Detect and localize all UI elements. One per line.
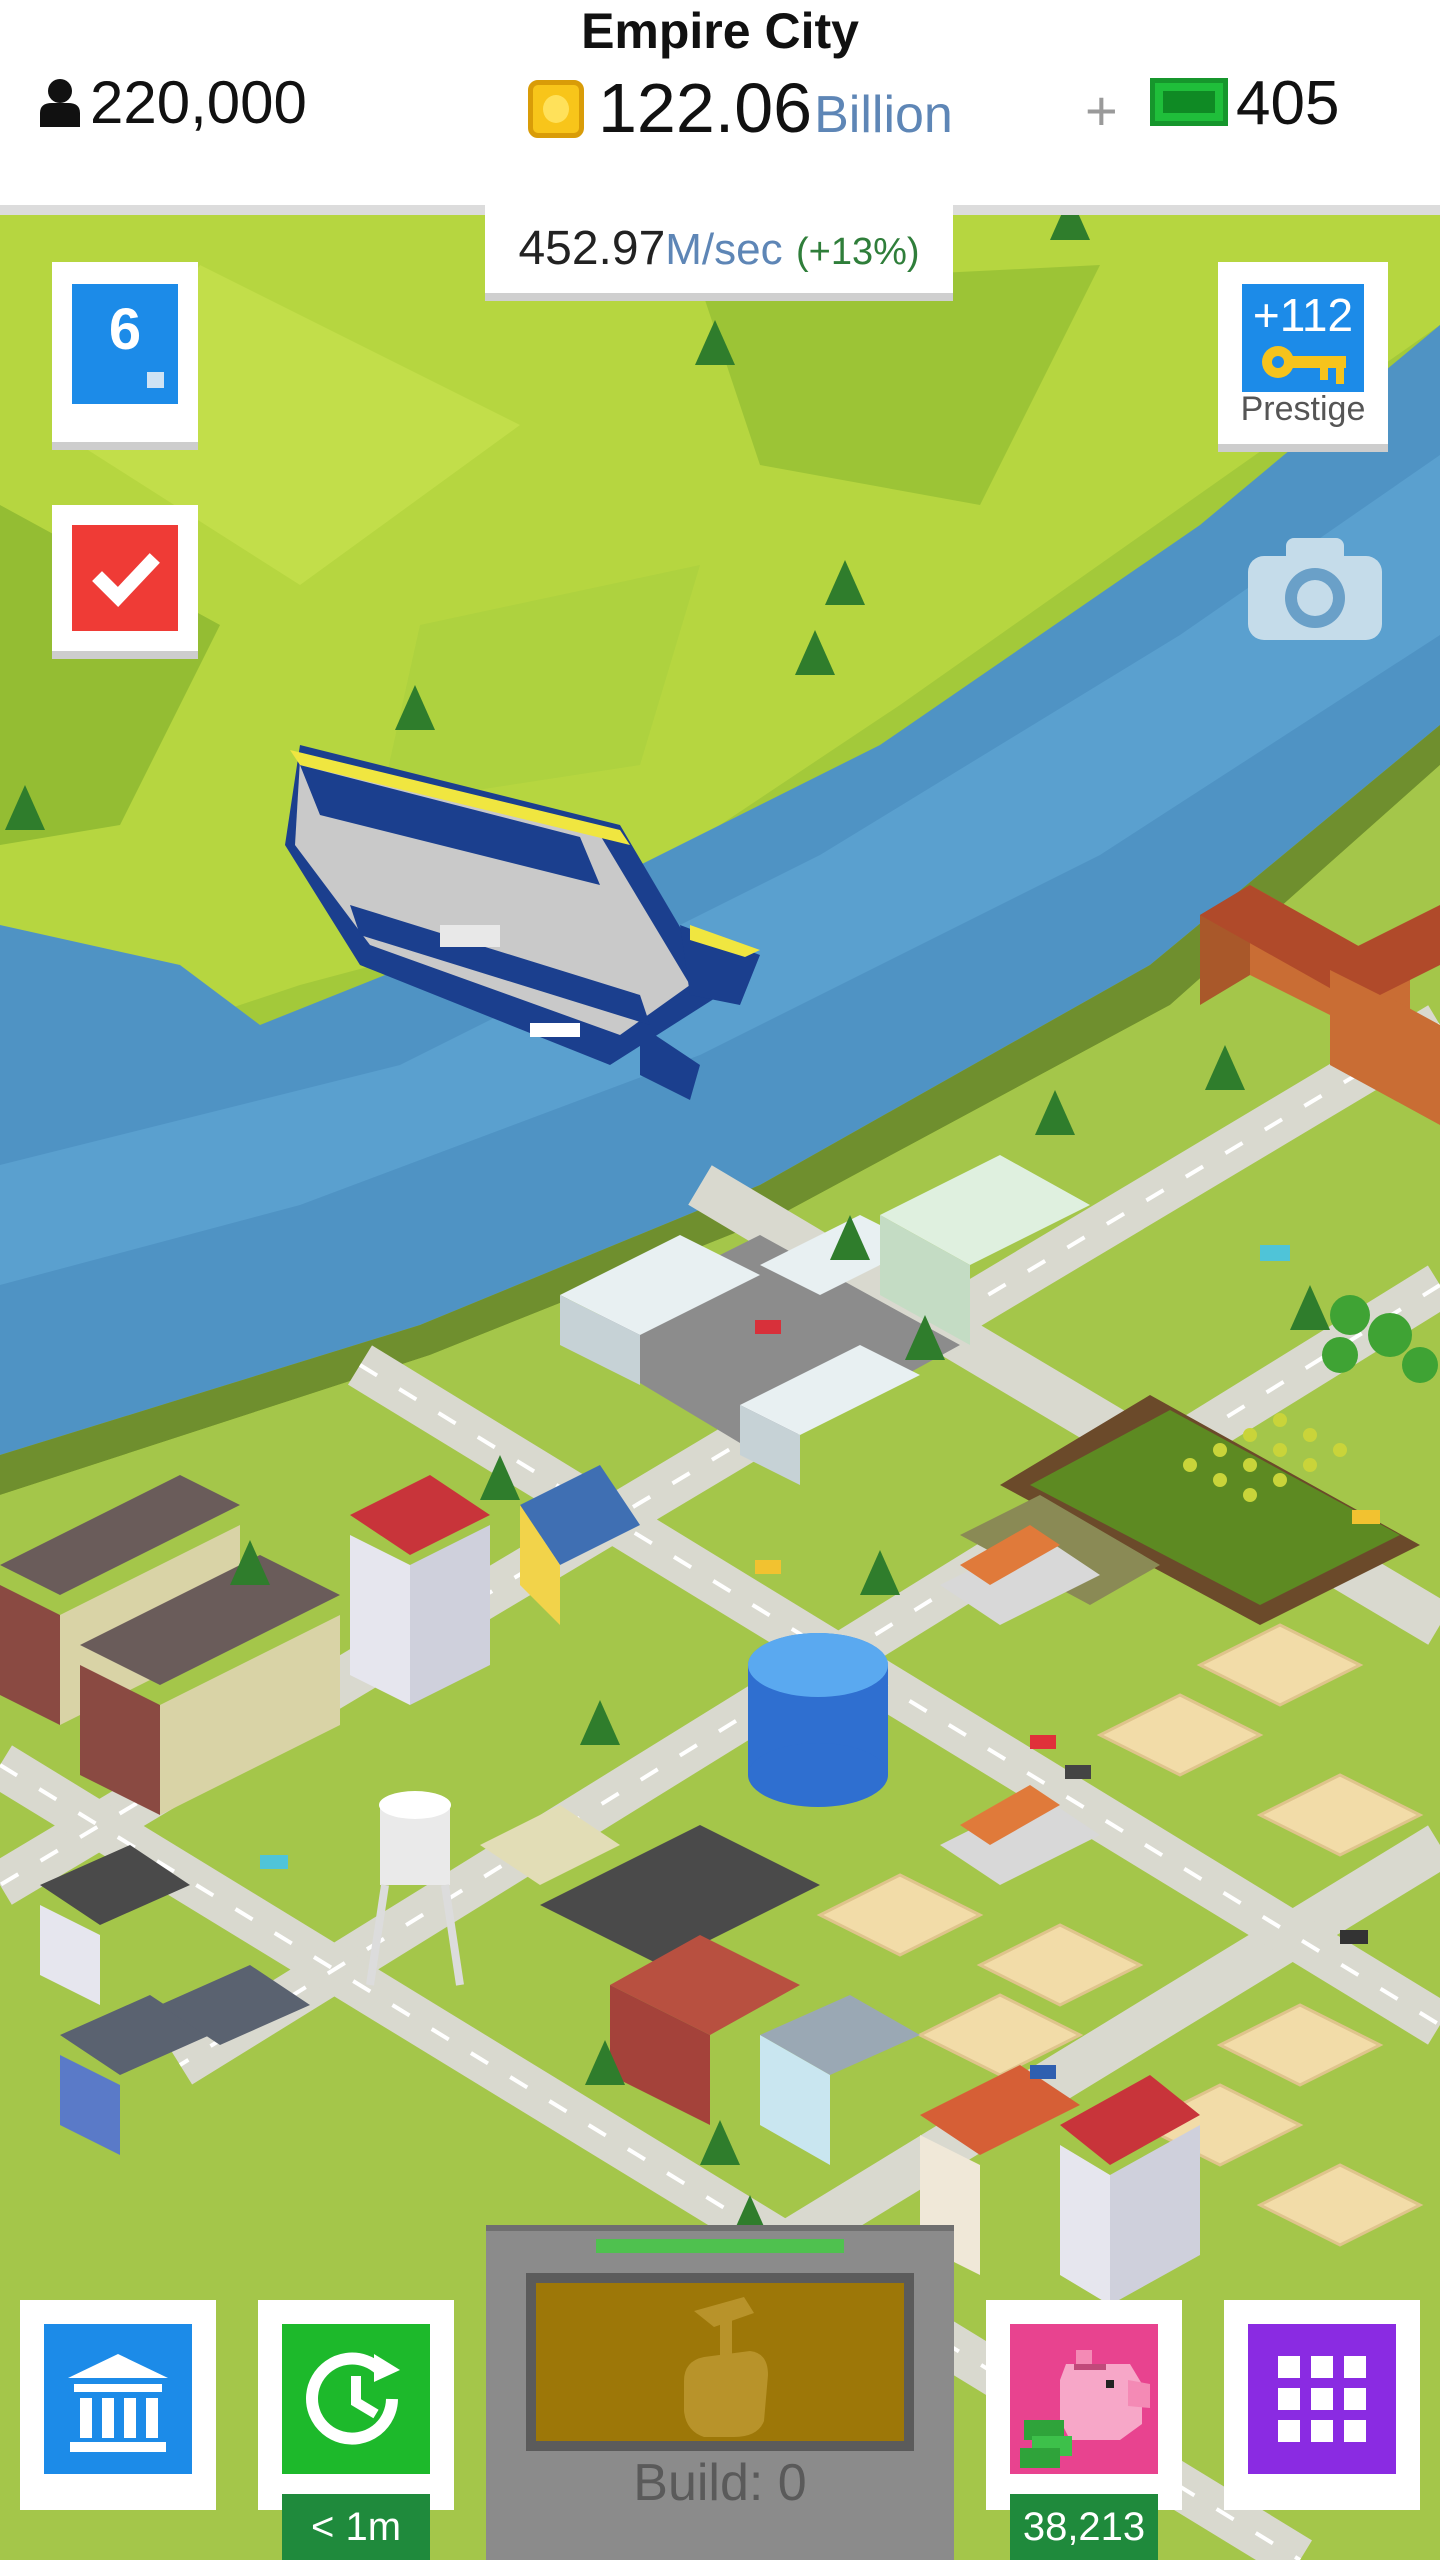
top-bar: Empire City 220,000 122.06 Billion + 405 xyxy=(0,0,1440,215)
buy-cash-button[interactable]: + xyxy=(1085,78,1118,143)
population-value: 220,000 xyxy=(90,69,307,136)
bank-button[interactable] xyxy=(20,2300,216,2510)
coin-unit: Billion xyxy=(814,86,953,144)
prestige-label: Prestige xyxy=(1240,390,1366,428)
person-icon xyxy=(38,72,82,127)
tasks-button[interactable] xyxy=(52,505,198,659)
coin-counter: 122.06 Billion xyxy=(528,68,953,148)
income-value: 452.97 xyxy=(518,222,666,275)
cash-icon xyxy=(1150,78,1228,126)
prestige-button[interactable]: +112 Prestige xyxy=(1218,262,1388,452)
time-boost-button[interactable] xyxy=(258,2300,454,2510)
boost-timer: < 1m xyxy=(282,2494,430,2560)
build-progress-bar xyxy=(596,2239,844,2253)
level-badge: 6 xyxy=(72,284,178,404)
level-number: 6 xyxy=(108,297,142,362)
level-button[interactable]: 6 xyxy=(52,262,198,450)
income-rate-tab: 452.97M/sec (+13%) xyxy=(485,205,953,301)
cash-counter[interactable]: 405 xyxy=(1150,68,1339,139)
coin-icon xyxy=(528,80,584,138)
level-progress-fill xyxy=(86,372,147,388)
city-map[interactable] xyxy=(0,205,1440,2560)
menu-button[interactable] xyxy=(1224,2300,1420,2510)
level-progress-bar xyxy=(86,372,164,388)
population-counter: 220,000 xyxy=(38,68,307,137)
build-hand-icon xyxy=(684,2297,768,2437)
cash-value: 405 xyxy=(1236,69,1340,138)
build-panel[interactable]: Build: 0 xyxy=(486,2225,954,2560)
key-icon xyxy=(1262,346,1346,384)
piggy-bank-amount: 38,213 xyxy=(1010,2494,1158,2560)
piggy-bank-button[interactable] xyxy=(986,2300,1182,2510)
prestige-keys: +112 xyxy=(1252,289,1354,341)
build-button[interactable] xyxy=(526,2273,914,2451)
grid-menu-icon xyxy=(1248,2324,1396,2474)
city-name: Empire City xyxy=(581,3,859,59)
income-unit: M/sec xyxy=(665,225,783,274)
bank-icon xyxy=(44,2324,192,2474)
income-bonus: (+13%) xyxy=(795,231,920,273)
camera-button[interactable] xyxy=(1248,538,1382,640)
prestige-badge: +112 xyxy=(1242,284,1364,392)
coin-value: 122.06 xyxy=(598,69,813,147)
build-label: Build: 0 xyxy=(633,2454,807,2512)
check-icon xyxy=(72,525,178,631)
camera-icon xyxy=(1248,538,1382,640)
timer-icon xyxy=(282,2324,430,2474)
piggy-bank-icon xyxy=(1010,2324,1158,2474)
